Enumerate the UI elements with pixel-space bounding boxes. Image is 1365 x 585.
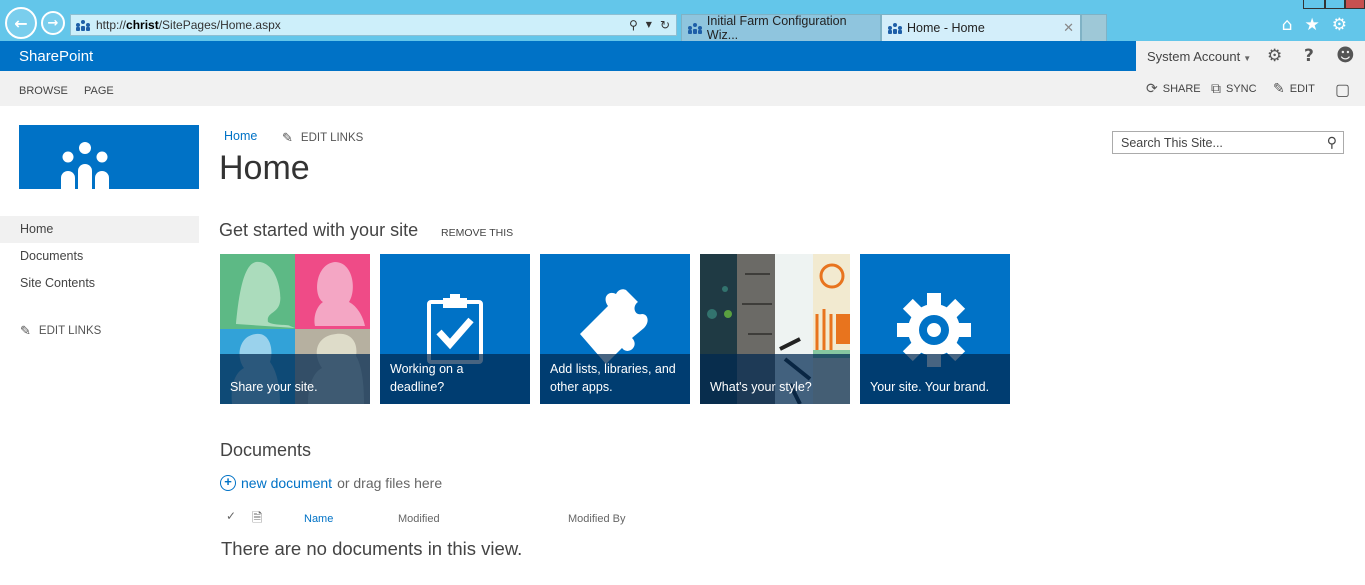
- search-input[interactable]: [1121, 135, 1327, 150]
- browser-chrome: ← → http://christ/SitePages/Home.aspx ⚲ …: [0, 0, 1365, 42]
- tools-gear-icon[interactable]: ⚙: [1332, 15, 1347, 35]
- search-icon[interactable]: ⚲: [1327, 135, 1337, 151]
- browser-tab-active[interactable]: Home - Home ✕: [881, 14, 1081, 41]
- nav-item-home[interactable]: Home: [0, 216, 199, 243]
- page-title: Home: [219, 149, 310, 187]
- tile-your-brand[interactable]: Your site. Your brand.: [860, 254, 1010, 404]
- pencil-icon: ✎: [1273, 80, 1285, 96]
- top-nav-home-link[interactable]: Home: [224, 129, 257, 143]
- edit-button[interactable]: ✎ EDIT: [1273, 80, 1315, 97]
- column-header-name[interactable]: Name: [304, 513, 333, 525]
- ribbon-tab-browse[interactable]: BROWSE: [19, 85, 68, 97]
- new-document-link[interactable]: new document: [241, 475, 332, 491]
- browser-tab[interactable]: Initial Farm Configuration Wiz...: [681, 14, 881, 42]
- empty-view-message: There are no documents in this view.: [221, 538, 523, 559]
- search-icon[interactable]: ⚲: [629, 18, 638, 32]
- forward-button[interactable]: →: [41, 11, 65, 35]
- tile-add-apps[interactable]: Add lists, libraries, and other apps.: [540, 254, 690, 404]
- tile-working-on-deadline[interactable]: Working on a deadline?: [380, 254, 530, 404]
- suite-bar: SharePoint: [0, 41, 1136, 71]
- nav-item-site-contents[interactable]: Site Contents: [0, 270, 199, 297]
- tab-label: Home - Home: [907, 21, 985, 35]
- document-type-icon: 🗎: [252, 510, 263, 525]
- refresh-icon[interactable]: ↻: [660, 18, 670, 32]
- caret-down-icon: ▼: [1243, 54, 1252, 63]
- tile-share-your-site[interactable]: Share your site.: [220, 254, 370, 404]
- arrow-left-icon: ←: [14, 13, 28, 33]
- get-started-title: Get started with your site: [219, 220, 419, 240]
- ribbon-tab-page[interactable]: PAGE: [84, 85, 114, 97]
- smiley-feedback-icon[interactable]: ☻: [1336, 45, 1355, 66]
- top-nav-edit-links[interactable]: ✎ EDIT LINKS: [282, 130, 363, 146]
- documents-title[interactable]: Documents: [220, 440, 311, 461]
- tab-label: Initial Farm Configuration Wiz...: [706, 14, 847, 42]
- favorites-star-icon[interactable]: ★: [1305, 15, 1320, 35]
- tile-caption: What's your style?: [700, 354, 850, 404]
- address-bar[interactable]: http://christ/SitePages/Home.aspx ⚲ ▼ ↻: [70, 14, 677, 36]
- close-tab-icon[interactable]: ✕: [1063, 20, 1074, 36]
- remove-this-link[interactable]: REMOVE THIS: [441, 227, 513, 239]
- pencil-icon: ✎: [282, 130, 293, 145]
- sharepoint-favicon-icon: [888, 22, 902, 34]
- left-navigation: Home Documents Site Contents: [0, 216, 199, 297]
- sharepoint-brand[interactable]: SharePoint: [19, 48, 93, 65]
- pencil-icon: ✎: [20, 323, 31, 338]
- dropdown-caret-icon[interactable]: ▼: [646, 18, 652, 32]
- sync-icon: ⧉: [1211, 80, 1221, 96]
- column-header-modified[interactable]: Modified: [398, 513, 440, 525]
- sharepoint-favicon-icon: [76, 19, 92, 31]
- tile-caption: Your site. Your brand.: [860, 354, 1010, 404]
- share-icon: ⟳: [1146, 80, 1158, 96]
- select-all-checkmark-icon[interactable]: ✓: [226, 509, 236, 523]
- ribbon: BROWSE PAGE ⟳ SHARE ⧉ SYNC ✎ EDIT ▢: [0, 71, 1365, 106]
- back-button[interactable]: ←: [5, 7, 37, 39]
- tile-caption: Working on a deadline?: [380, 354, 530, 404]
- tile-caption: Share your site.: [220, 354, 370, 404]
- account-menu[interactable]: System Account ▼: [1147, 49, 1251, 64]
- arrow-right-icon: →: [47, 15, 59, 31]
- home-icon[interactable]: ⌂: [1282, 15, 1293, 35]
- address-url[interactable]: http://christ/SitePages/Home.aspx: [96, 18, 629, 32]
- site-search-box[interactable]: ⚲: [1112, 131, 1344, 154]
- left-nav-edit-links[interactable]: ✎ EDIT LINKS: [20, 323, 101, 339]
- close-window-button[interactable]: [1345, 0, 1365, 9]
- nav-item-documents[interactable]: Documents: [0, 243, 199, 270]
- new-tab-button[interactable]: [1081, 14, 1107, 41]
- sharepoint-favicon-icon: [688, 22, 702, 34]
- share-button[interactable]: ⟳ SHARE: [1146, 80, 1201, 97]
- help-icon[interactable]: ?: [1304, 46, 1314, 66]
- column-header-modified-by[interactable]: Modified By: [568, 513, 625, 525]
- tile-caption: Add lists, libraries, and other apps.: [540, 354, 690, 404]
- site-logo[interactable]: [19, 125, 199, 189]
- drag-files-hint: or drag files here: [337, 475, 443, 491]
- new-document-row: + new document or drag files here: [220, 475, 442, 491]
- focus-on-content-button[interactable]: ▢: [1335, 80, 1350, 100]
- tile-whats-your-style[interactable]: What's your style?: [700, 254, 850, 404]
- maximize-button[interactable]: [1325, 0, 1345, 9]
- settings-gear-icon[interactable]: ⚙: [1267, 46, 1282, 66]
- sync-button[interactable]: ⧉ SYNC: [1211, 80, 1257, 97]
- add-circle-icon[interactable]: +: [220, 475, 236, 491]
- focus-on-content-icon: ▢: [1335, 82, 1351, 99]
- minimize-button[interactable]: [1303, 0, 1325, 9]
- suite-bar-right: System Account ▼ ⚙ ? ☻: [1136, 41, 1365, 71]
- people-group-icon: [61, 142, 109, 189]
